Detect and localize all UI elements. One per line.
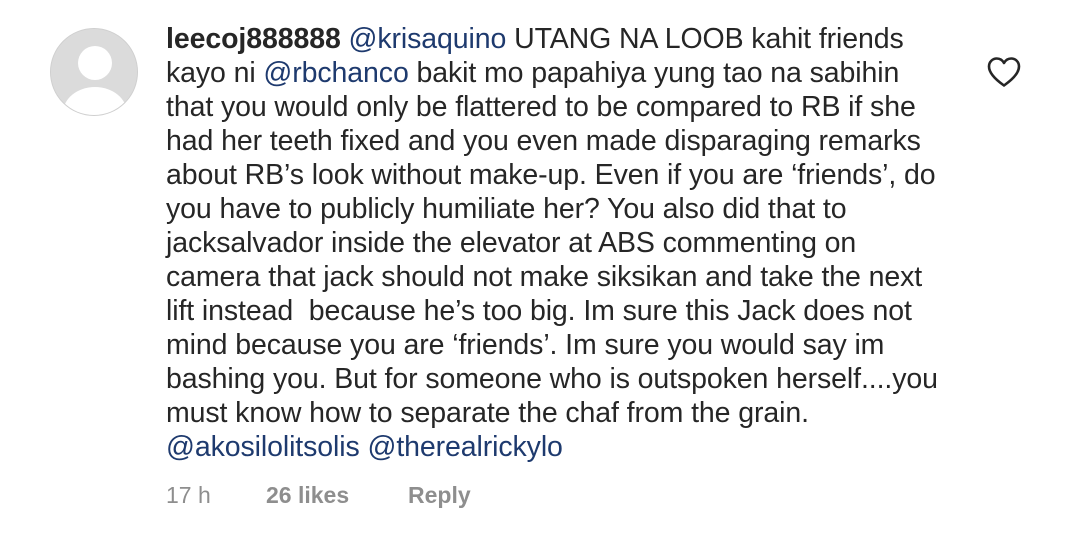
comment-timestamp: 17 h bbox=[166, 482, 211, 508]
like-button[interactable] bbox=[986, 56, 1022, 88]
comment-text-segment: bakit mo papahiya yung tao na sabihin th… bbox=[166, 57, 946, 429]
comment-username[interactable]: leecoj888888 bbox=[166, 23, 341, 55]
mention-link[interactable]: @krisaquino bbox=[349, 23, 507, 55]
comment-item: leecoj888888 @krisaquino UTANG NA LOOB k… bbox=[0, 0, 1080, 544]
mention-link[interactable]: @rbchanco bbox=[263, 57, 408, 89]
heart-outline-icon bbox=[987, 57, 1021, 87]
mention-link[interactable]: @akosilolitsolis bbox=[166, 431, 360, 463]
comment-body: @krisaquino UTANG NA LOOB kahit friends … bbox=[166, 23, 946, 463]
comment-text: leecoj888888 @krisaquino UTANG NA LOOB k… bbox=[166, 22, 946, 464]
mention-link[interactable]: @therealrickylo bbox=[367, 431, 562, 463]
comment-like-count[interactable]: 26 likes bbox=[266, 480, 349, 510]
reply-button[interactable]: Reply bbox=[408, 480, 471, 510]
default-avatar-icon bbox=[51, 29, 137, 115]
avatar[interactable] bbox=[50, 28, 138, 116]
